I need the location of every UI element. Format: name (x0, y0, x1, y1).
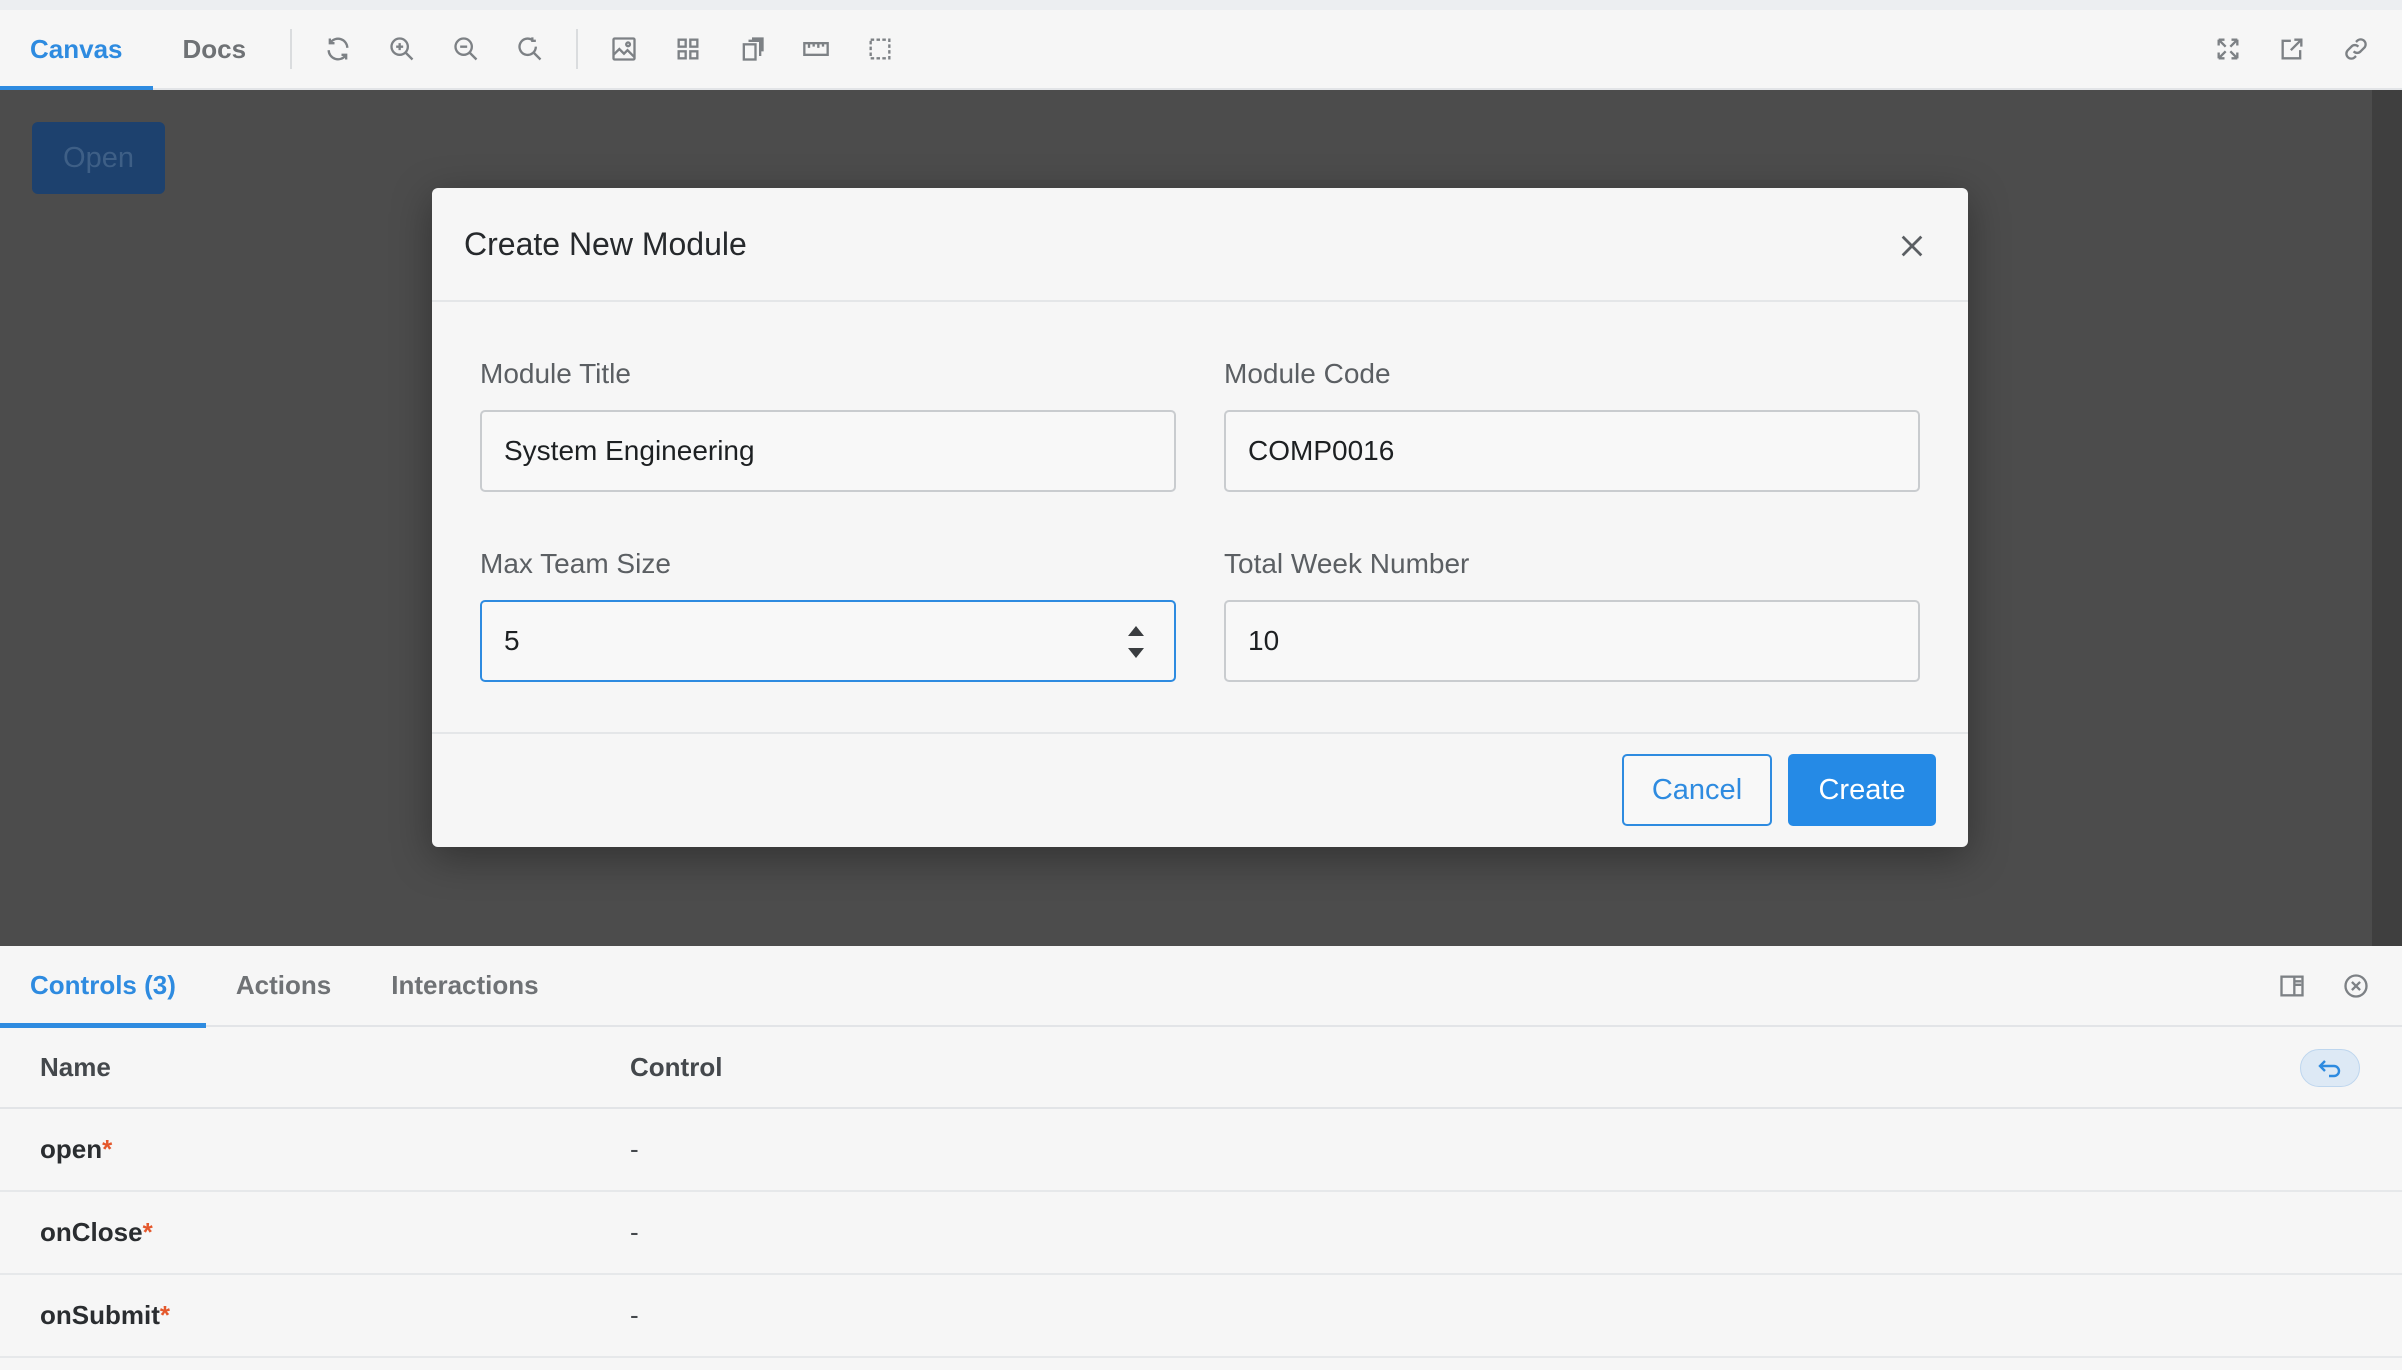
required-marker: * (102, 1134, 113, 1164)
dialog-header: Create New Module (432, 188, 1968, 302)
window-top-strip (0, 0, 2402, 10)
column-name-header: Name (40, 1051, 111, 1082)
total-week-number-input[interactable]: 10 (1224, 600, 1920, 682)
module-code-label: Module Code (1224, 358, 1391, 389)
total-week-number-label: Total Week Number (1224, 548, 1470, 579)
module-code-group: Module Code COMP0016 (1224, 356, 1920, 492)
panel-orientation-icon[interactable] (2260, 954, 2324, 1018)
toolbar-divider (290, 29, 293, 69)
module-title-label: Module Title (480, 358, 631, 389)
stepper-down-icon[interactable] (1128, 648, 1144, 658)
number-stepper[interactable] (1126, 626, 1146, 658)
module-code-input[interactable]: COMP0016 (1224, 410, 1920, 492)
measure-icon[interactable] (784, 17, 848, 81)
table-row: onClose* - (0, 1192, 2402, 1275)
arg-control: - (630, 1134, 639, 1164)
arg-name: onSubmit* (40, 1300, 170, 1330)
required-marker: * (159, 1300, 170, 1330)
tab-canvas[interactable]: Canvas (0, 9, 153, 91)
tab-docs[interactable]: Docs (153, 9, 277, 89)
arg-name: open* (40, 1134, 113, 1164)
column-control-header: Control (630, 1051, 723, 1082)
outline-icon[interactable] (848, 17, 912, 81)
max-team-size-label: Max Team Size (480, 548, 671, 579)
max-team-size-group: Max Team Size 5 (480, 546, 1176, 682)
open-button[interactable]: Open (32, 122, 165, 194)
undo-icon (2318, 1060, 2341, 1078)
create-module-dialog: Create New Module Module Title System En… (432, 188, 1968, 847)
table-row: onSubmit* - (0, 1275, 2402, 1358)
zoom-in-icon[interactable] (370, 17, 434, 81)
arg-control: - (630, 1217, 639, 1247)
tab-controls[interactable]: Controls (3) (0, 945, 206, 1028)
fullscreen-icon[interactable] (2196, 17, 2260, 81)
arg-control: - (630, 1300, 639, 1330)
module-title-group: Module Title System Engineering (480, 356, 1176, 492)
stepper-up-icon[interactable] (1128, 626, 1144, 636)
viewport-icon[interactable] (720, 17, 784, 81)
tab-interactions[interactable]: Interactions (361, 945, 568, 1026)
tab-actions[interactable]: Actions (206, 945, 361, 1026)
max-team-size-value: 5 (504, 625, 520, 656)
background-icon[interactable] (592, 17, 656, 81)
canvas-scrollbar[interactable] (2372, 90, 2402, 946)
module-title-input[interactable]: System Engineering (480, 410, 1176, 492)
addons-panel: Controls (3) Actions Interactions Name C… (0, 946, 2402, 1370)
close-panel-icon[interactable] (2324, 954, 2388, 1018)
required-marker: * (142, 1217, 153, 1247)
create-button[interactable]: Create (1788, 754, 1936, 826)
zoom-reset-icon[interactable] (498, 17, 562, 81)
toolbar-divider (576, 29, 579, 69)
close-icon[interactable] (1892, 226, 1932, 266)
reload-icon[interactable] (306, 17, 370, 81)
top-toolbar: Canvas Docs (0, 9, 2402, 91)
reset-controls-button[interactable] (2300, 1049, 2360, 1087)
cancel-button[interactable]: Cancel (1622, 754, 1772, 826)
panel-tab-bar: Controls (3) Actions Interactions (0, 945, 2402, 1028)
copy-link-icon[interactable] (2324, 17, 2388, 81)
max-team-size-input[interactable]: 5 (480, 600, 1176, 682)
arg-name: onClose* (40, 1217, 153, 1247)
zoom-out-icon[interactable] (434, 17, 498, 81)
table-row: open* - (0, 1109, 2402, 1192)
controls-table-header: Name Control (0, 1027, 2402, 1109)
dialog-title: Create New Module (464, 225, 747, 262)
grid-icon[interactable] (656, 17, 720, 81)
dialog-footer: Cancel Create (432, 732, 1968, 847)
open-new-tab-icon[interactable] (2260, 17, 2324, 81)
total-week-number-group: Total Week Number 10 (1224, 546, 1920, 682)
